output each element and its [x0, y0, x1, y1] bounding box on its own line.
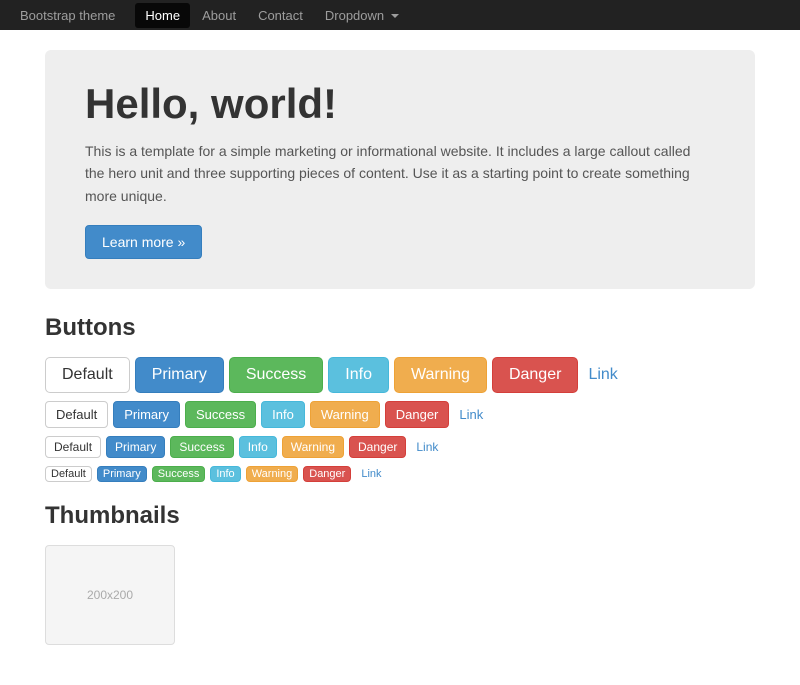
- btn-link-sm[interactable]: Link: [411, 436, 443, 458]
- navbar-nav: Home About Contact Dropdown: [135, 3, 408, 28]
- btn-danger-lg[interactable]: Danger: [492, 357, 578, 393]
- hero-unit: Hello, world! This is a template for a s…: [45, 50, 755, 289]
- nav-link-home[interactable]: Home: [135, 3, 190, 28]
- btn-info-xs[interactable]: Info: [210, 466, 240, 482]
- nav-item-dropdown: Dropdown: [315, 3, 409, 28]
- thumbnail-item[interactable]: 200x200: [45, 545, 175, 645]
- thumbnails-section: Thumbnails 200x200: [45, 502, 755, 645]
- thumbnail-label: 200x200: [87, 588, 133, 602]
- btn-warning-xs[interactable]: Warning: [246, 466, 299, 482]
- nav-item-home: Home: [135, 3, 190, 28]
- button-row-large: Default Primary Success Info Warning Dan…: [45, 357, 755, 393]
- btn-success-md[interactable]: Success: [185, 401, 256, 428]
- button-row-medium: Default Primary Success Info Warning Dan…: [45, 401, 755, 428]
- hero-title: Hello, world!: [85, 80, 715, 128]
- btn-danger-sm[interactable]: Danger: [349, 436, 406, 458]
- btn-success-xs[interactable]: Success: [152, 466, 206, 482]
- btn-success-sm[interactable]: Success: [170, 436, 233, 458]
- thumbnails-section-title: Thumbnails: [45, 502, 755, 530]
- btn-default-sm[interactable]: Default: [45, 436, 101, 458]
- btn-primary-sm[interactable]: Primary: [106, 436, 165, 458]
- btn-primary-lg[interactable]: Primary: [135, 357, 224, 393]
- nav-item-about: About: [192, 3, 246, 28]
- btn-primary-xs[interactable]: Primary: [97, 466, 147, 482]
- button-row-small: Default Primary Success Info Warning Dan…: [45, 436, 755, 458]
- btn-default-md[interactable]: Default: [45, 401, 108, 428]
- buttons-section-title: Buttons: [45, 314, 755, 342]
- main-container: Hello, world! This is a template for a s…: [30, 30, 770, 685]
- nav-item-contact: Contact: [248, 3, 313, 28]
- btn-success-lg[interactable]: Success: [229, 357, 323, 393]
- learn-more-button[interactable]: Learn more »: [85, 225, 202, 259]
- btn-link-xs[interactable]: Link: [356, 466, 386, 482]
- navbar-brand[interactable]: Bootstrap theme: [20, 8, 115, 23]
- btn-default-xs[interactable]: Default: [45, 466, 92, 482]
- btn-info-lg[interactable]: Info: [328, 357, 389, 393]
- btn-default-lg[interactable]: Default: [45, 357, 130, 393]
- nav-link-contact[interactable]: Contact: [248, 3, 313, 28]
- btn-warning-sm[interactable]: Warning: [282, 436, 344, 458]
- btn-info-sm[interactable]: Info: [239, 436, 277, 458]
- btn-primary-md[interactable]: Primary: [113, 401, 180, 428]
- buttons-section: Buttons Default Primary Success Info War…: [45, 314, 755, 482]
- btn-warning-lg[interactable]: Warning: [394, 357, 487, 393]
- btn-danger-xs[interactable]: Danger: [303, 466, 351, 482]
- navbar: Bootstrap theme Home About Contact Dropd…: [0, 0, 800, 30]
- btn-link-lg[interactable]: Link: [583, 357, 622, 393]
- btn-danger-md[interactable]: Danger: [385, 401, 450, 428]
- btn-info-md[interactable]: Info: [261, 401, 305, 428]
- btn-link-md[interactable]: Link: [454, 401, 488, 428]
- hero-description: This is a template for a simple marketin…: [85, 140, 705, 207]
- nav-link-dropdown[interactable]: Dropdown: [315, 3, 409, 28]
- nav-link-about[interactable]: About: [192, 3, 246, 28]
- button-row-xsmall: Default Primary Success Info Warning Dan…: [45, 466, 755, 482]
- btn-warning-md[interactable]: Warning: [310, 401, 380, 428]
- chevron-down-icon: [391, 14, 399, 18]
